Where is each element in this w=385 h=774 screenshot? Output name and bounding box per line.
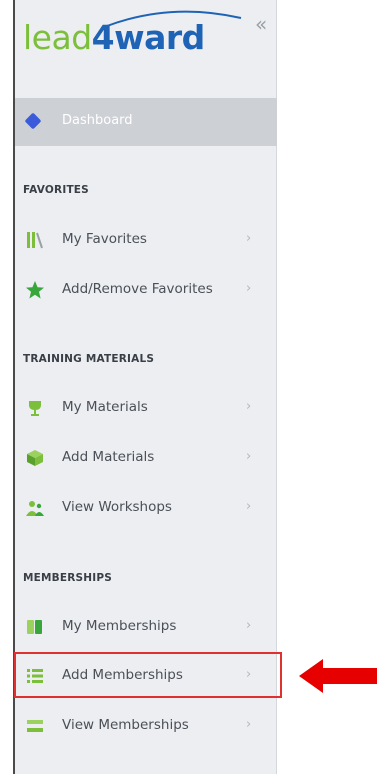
section-header-training-materials: TRAINING MATERIALS bbox=[23, 353, 155, 365]
page: lead4ward « Dashboard FAVORITES My Favor… bbox=[0, 0, 385, 774]
chevron-right-icon: › bbox=[246, 717, 252, 732]
sidebar-item-my-materials[interactable]: My Materials › bbox=[15, 386, 277, 430]
highlight-box bbox=[14, 652, 282, 698]
sidebar-item-my-favorites[interactable]: My Favorites › bbox=[15, 218, 277, 262]
logo-area: lead4ward « bbox=[15, 0, 277, 96]
sidebar-item-view-memberships[interactable]: View Memberships › bbox=[15, 704, 277, 748]
chevron-right-icon: › bbox=[246, 618, 252, 633]
collapse-icon[interactable]: « bbox=[255, 14, 267, 34]
sidebar-item-label: View Workshops bbox=[62, 499, 172, 515]
star-icon bbox=[26, 281, 44, 299]
sidebar-item-add-remove-favorites[interactable]: Add/Remove Favorites › bbox=[15, 268, 277, 312]
chevron-right-icon: › bbox=[246, 499, 252, 514]
chevron-right-icon: › bbox=[246, 231, 252, 246]
sidebar-item-label: My Materials bbox=[62, 399, 148, 415]
cards-icon bbox=[27, 620, 42, 634]
sidebar-item-label: My Favorites bbox=[62, 231, 147, 247]
box-icon bbox=[27, 450, 43, 466]
sidebar-item-label: My Memberships bbox=[62, 618, 177, 634]
sidebar-item-label: Dashboard bbox=[62, 113, 133, 128]
sidebar-item-view-workshops[interactable]: View Workshops › bbox=[15, 486, 277, 530]
sidebar-item-my-memberships[interactable]: My Memberships › bbox=[15, 605, 277, 649]
trophy-icon bbox=[29, 401, 41, 416]
books-icon bbox=[27, 232, 43, 249]
sidebar-item-add-materials[interactable]: Add Materials › bbox=[15, 436, 277, 480]
chevron-right-icon: › bbox=[246, 449, 252, 464]
logo-ward: ward bbox=[114, 18, 205, 57]
section-header-memberships: MEMBERSHIPS bbox=[23, 572, 113, 584]
chevron-right-icon: › bbox=[246, 281, 252, 296]
people-icon bbox=[26, 501, 44, 516]
logo-four: 4 bbox=[91, 18, 115, 57]
sidebar-item-dashboard[interactable]: Dashboard bbox=[15, 98, 277, 146]
section-header-favorites: FAVORITES bbox=[23, 184, 89, 196]
list-view-icon bbox=[27, 720, 43, 732]
logo[interactable]: lead4ward bbox=[23, 18, 205, 58]
sidebar-item-label: View Memberships bbox=[62, 717, 189, 733]
diamond-icon bbox=[24, 112, 42, 130]
logo-lead: lead bbox=[23, 18, 92, 57]
sidebar-item-label: Add/Remove Favorites bbox=[62, 281, 213, 297]
chevron-right-icon: › bbox=[246, 399, 252, 414]
arrow-left-icon bbox=[299, 659, 377, 693]
sidebar-item-label: Add Materials bbox=[62, 449, 155, 465]
